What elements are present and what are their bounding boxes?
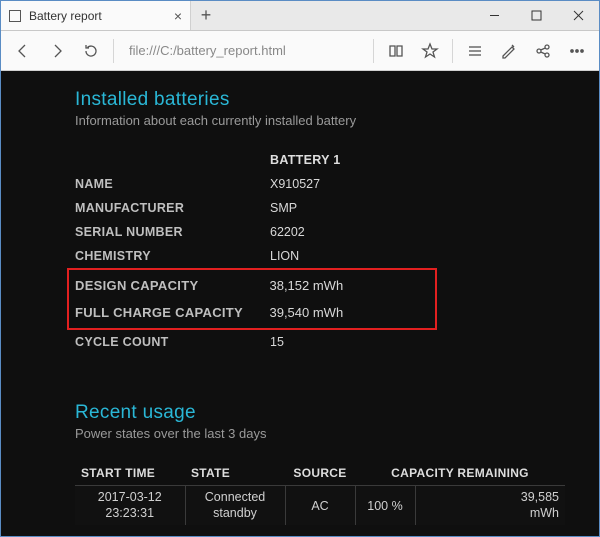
table-row: NAME X910527: [75, 172, 430, 196]
battery-table-cont: CYCLE COUNT 15: [75, 330, 430, 354]
back-button[interactable]: [7, 35, 39, 67]
close-window-button[interactable]: [557, 1, 599, 30]
highlighted-rows: DESIGN CAPACITY 38,152 mWh FULL CHARGE C…: [67, 268, 437, 330]
installed-batteries-subtitle: Information about each currently install…: [75, 113, 599, 128]
hub-button[interactable]: [459, 35, 491, 67]
battery-column-header: BATTERY 1: [270, 148, 430, 172]
row-key: CHEMISTRY: [75, 244, 270, 268]
window-controls: [473, 1, 599, 30]
usage-table: START TIME STATE SOURCE CAPACITY REMAINI…: [75, 461, 565, 525]
recent-usage-subtitle: Power states over the last 3 days: [75, 426, 599, 441]
col-state: STATE: [185, 461, 285, 486]
col-capacity: CAPACITY REMAINING: [355, 461, 565, 486]
usage-start-time: 2017-03-12 23:23:31: [75, 486, 185, 526]
usage-cap-pct: 100 %: [355, 486, 415, 526]
usage-source: AC: [285, 486, 355, 526]
battery-table: BATTERY 1 NAME X910527 MANUFACTURER SMP …: [75, 148, 430, 268]
col-start-time: START TIME: [75, 461, 185, 486]
reading-view-button[interactable]: [380, 35, 412, 67]
tab-bar: Battery report × +: [1, 1, 599, 31]
recent-usage-section: Recent usage Power states over the last …: [75, 402, 599, 525]
table-row: FULL CHARGE CAPACITY 39,540 mWh: [75, 299, 429, 326]
row-key: DESIGN CAPACITY: [75, 272, 269, 299]
more-button[interactable]: [561, 35, 593, 67]
row-key: MANUFACTURER: [75, 196, 270, 220]
minimize-button[interactable]: [473, 1, 515, 30]
browser-toolbar: file:///C:/battery_report.html: [1, 31, 599, 71]
forward-button[interactable]: [41, 35, 73, 67]
new-tab-button[interactable]: +: [191, 1, 221, 30]
usage-row: 2017-03-12 23:23:31 Connected standby AC…: [75, 486, 565, 526]
table-row: DESIGN CAPACITY 38,152 mWh: [75, 272, 429, 299]
toolbar-separator: [452, 39, 453, 63]
browser-tab[interactable]: Battery report ×: [1, 1, 191, 30]
row-key: SERIAL NUMBER: [75, 220, 270, 244]
page-content: Installed batteries Information about ea…: [1, 71, 599, 536]
close-tab-icon[interactable]: ×: [174, 8, 182, 24]
row-key: CYCLE COUNT: [75, 330, 270, 354]
share-button[interactable]: [527, 35, 559, 67]
table-row: MANUFACTURER SMP: [75, 196, 430, 220]
refresh-button[interactable]: [75, 35, 107, 67]
col-source: SOURCE: [285, 461, 355, 486]
usage-cap-mwh: 39,585 mWh: [415, 486, 565, 526]
web-note-button[interactable]: [493, 35, 525, 67]
row-value: 62202: [270, 220, 430, 244]
usage-state: Connected standby: [185, 486, 285, 526]
toolbar-separator: [373, 39, 374, 63]
favorites-button[interactable]: [414, 35, 446, 67]
row-value: SMP: [270, 196, 430, 220]
tab-title: Battery report: [29, 9, 166, 23]
row-key: FULL CHARGE CAPACITY: [75, 299, 269, 326]
address-bar[interactable]: file:///C:/battery_report.html: [120, 38, 367, 64]
table-row: CYCLE COUNT 15: [75, 330, 430, 354]
toolbar-separator: [113, 39, 114, 63]
row-value: 39,540 mWh: [269, 299, 429, 326]
maximize-button[interactable]: [515, 1, 557, 30]
recent-usage-heading: Recent usage: [75, 402, 599, 424]
row-value: 15: [270, 330, 430, 354]
installed-batteries-heading: Installed batteries: [75, 89, 599, 111]
row-value: X910527: [270, 172, 430, 196]
table-row: CHEMISTRY LION: [75, 244, 430, 268]
row-key: NAME: [75, 172, 270, 196]
document-icon: [9, 10, 21, 22]
row-value: 38,152 mWh: [269, 272, 429, 299]
table-row: SERIAL NUMBER 62202: [75, 220, 430, 244]
row-value: LION: [270, 244, 430, 268]
